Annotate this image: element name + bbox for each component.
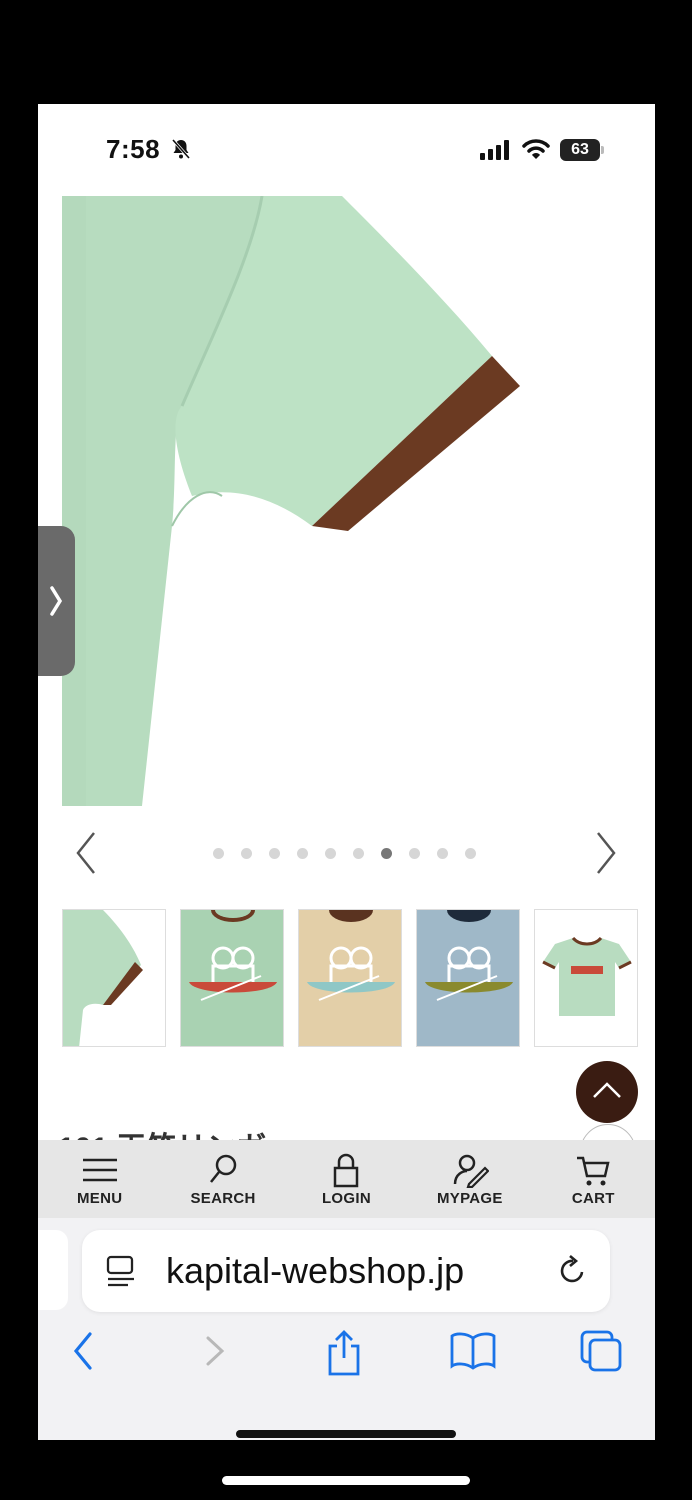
nav-search[interactable]: SEARCH [168,1140,278,1218]
outer-home-indicator [222,1476,470,1485]
thumbnail-full-shirt[interactable] [534,909,638,1047]
carousel-dot[interactable] [465,848,476,859]
thumbnail-sleeve[interactable] [62,909,166,1047]
nav-mypage[interactable]: MYPAGE [415,1140,525,1218]
bell-slash-icon [171,139,191,159]
cart-icon [577,1156,610,1186]
lock-icon [334,1153,359,1188]
carousel-dot[interactable] [409,848,420,859]
carousel-next-button[interactable] [594,830,618,876]
scroll-to-top-button[interactable] [576,1061,638,1123]
hamburger-menu-icon [82,1158,117,1182]
carousel-dot[interactable] [269,848,280,859]
carousel-dot-active[interactable] [381,848,392,859]
nav-mypage-label: MYPAGE [437,1190,503,1207]
phone-screen: 7:58 63 MENU SEARCH LOGIN MYPAGE CART ka… [38,104,655,1440]
nav-cart-label: CART [571,1190,615,1207]
carousel-dots [213,848,483,860]
reload-icon[interactable] [556,1252,590,1290]
thumbnail-green-canoe[interactable] [180,909,284,1047]
nav-menu[interactable]: MENU [45,1140,155,1218]
nav-menu-label: MENU [77,1190,123,1207]
site-bottom-nav: MENU SEARCH LOGIN MYPAGE CART [38,1140,655,1218]
forward-icon[interactable] [200,1328,230,1374]
address-bar[interactable]: kapital-webshop.jp [82,1230,610,1312]
nav-login[interactable]: LOGIN [291,1140,401,1218]
carousel-dot[interactable] [213,848,224,859]
bookmarks-icon[interactable] [448,1328,498,1374]
thumbnail-blue-canoe[interactable] [416,909,520,1047]
carousel-dot[interactable] [353,848,364,859]
product-main-image[interactable] [62,196,655,806]
side-tab-toggle[interactable] [38,526,75,676]
tabs-icon[interactable] [578,1328,624,1374]
search-icon [210,1154,237,1183]
carousel-prev-button[interactable] [74,830,98,876]
previous-tab-peek[interactable] [38,1230,68,1310]
home-indicator [236,1430,456,1438]
carousel-dot[interactable] [297,848,308,859]
carousel-dot[interactable] [437,848,448,859]
thumbnail-beige-canoe[interactable] [298,909,402,1047]
status-time: 7:58 [106,134,161,164]
chevron-right-icon [50,586,63,616]
user-edit-icon [453,1154,489,1188]
nav-login-label: LOGIN [321,1190,371,1207]
nav-search-label: SEARCH [190,1190,256,1207]
url-text: kapital-webshop.jp [166,1250,465,1291]
chevron-up-icon [593,1082,621,1098]
wifi-icon [522,139,550,159]
thumbnail-strip [62,909,642,1047]
share-icon[interactable] [324,1328,364,1378]
reader-mode-icon[interactable] [104,1254,138,1290]
nav-cart[interactable]: CART [538,1140,648,1218]
back-icon[interactable] [68,1328,98,1374]
cellular-signal-icon [480,140,509,160]
carousel-dot[interactable] [241,848,252,859]
product-title: 101 天竺リンガー [58,1126,296,1140]
browser-toolbar [38,1328,655,1384]
browser-chrome: kapital-webshop.jp [38,1218,655,1440]
battery-icon: 63 [560,139,604,161]
carousel-dot[interactable] [325,848,336,859]
status-bar: 7:58 63 [38,104,655,196]
